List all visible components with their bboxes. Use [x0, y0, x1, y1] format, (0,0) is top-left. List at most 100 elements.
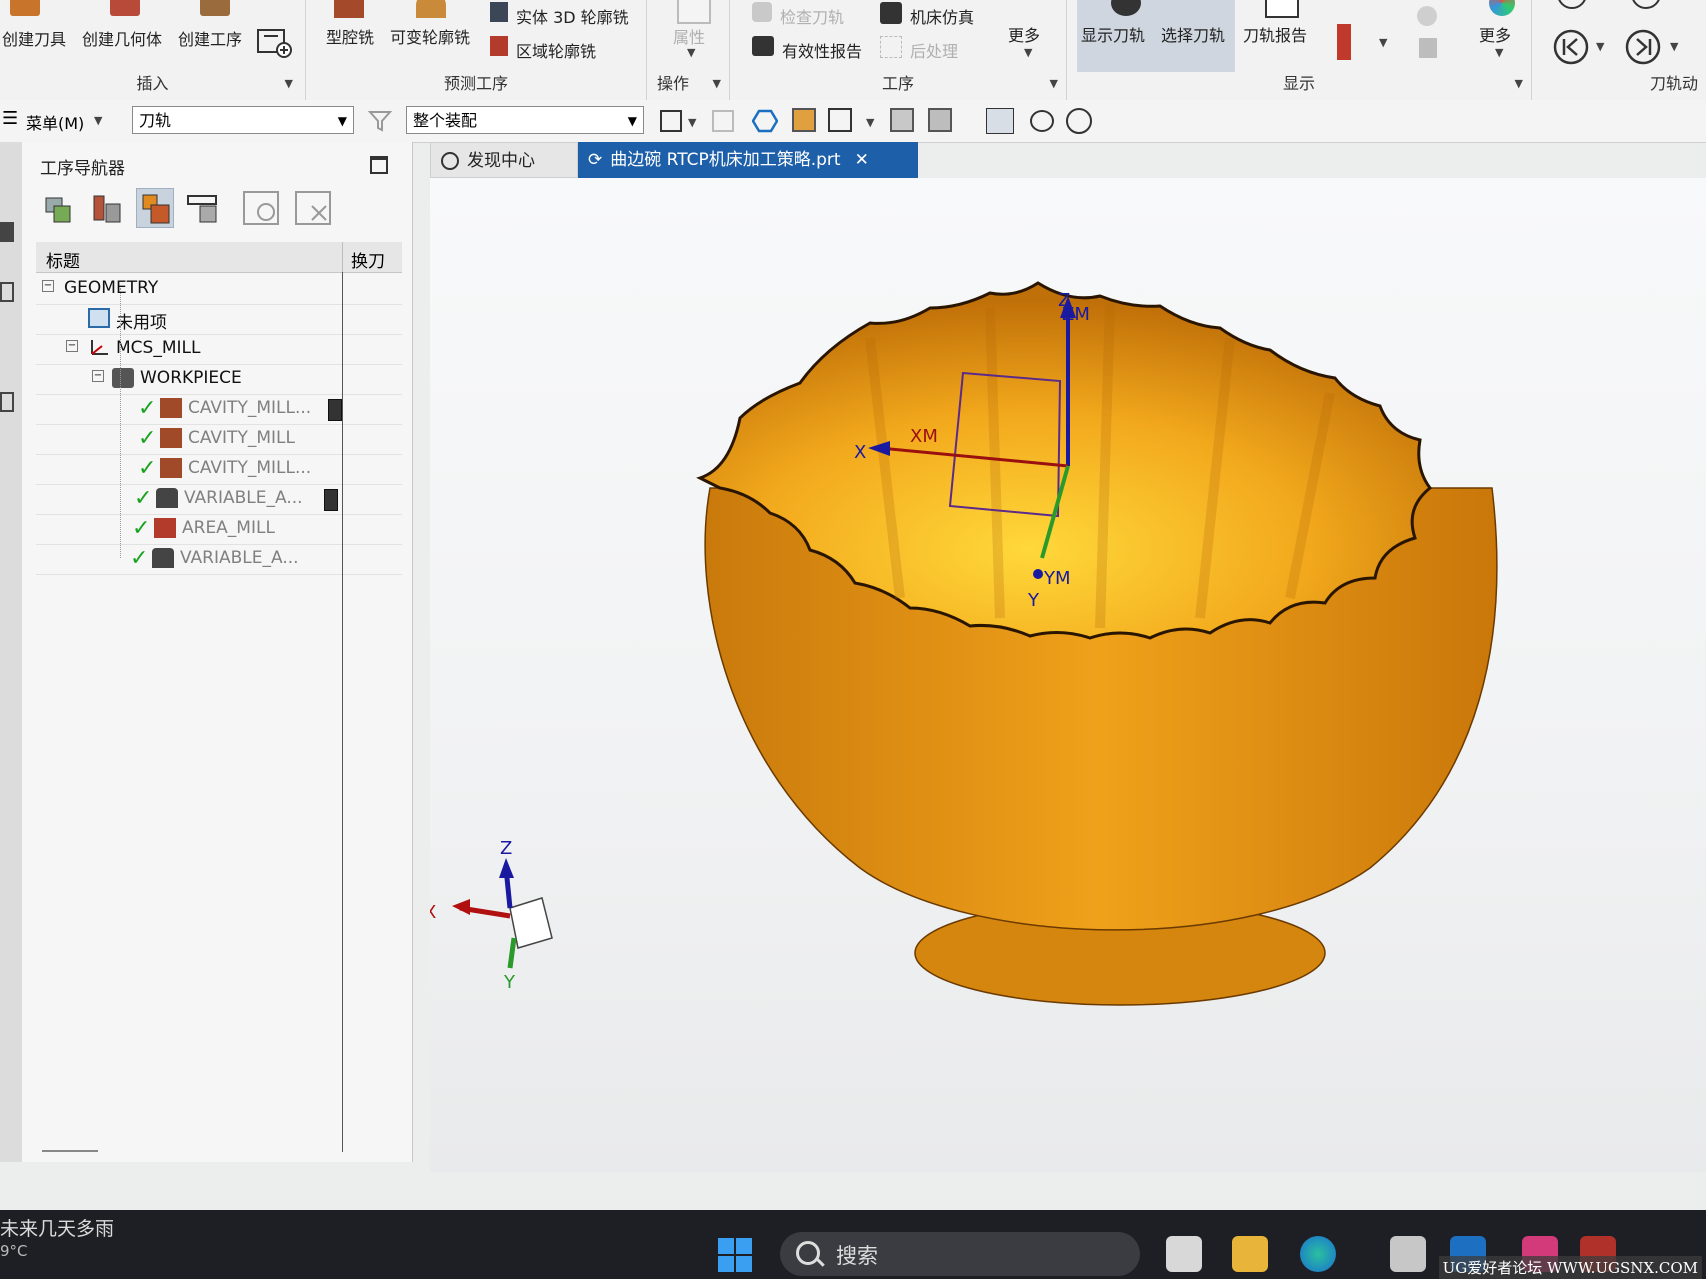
validity-report-button[interactable]: 有效性报告 [782, 38, 862, 62]
tab-discovery-center[interactable]: 发现中心 [430, 142, 578, 178]
postprocess-button[interactable]: 后处理 [910, 38, 958, 62]
program-order-view-icon[interactable] [40, 188, 78, 228]
collapse-icon[interactable]: − [42, 280, 54, 292]
graphics-viewport[interactable]: ZM Z X XM YM Y Z X Y [430, 178, 1706, 1172]
select-feature-icon[interactable] [712, 110, 734, 132]
collapse-icon[interactable]: − [92, 370, 104, 382]
step-forward-dropdown-icon[interactable]: ▼ [1670, 40, 1678, 53]
point-select-icon[interactable] [828, 108, 852, 132]
cavity-mill-button[interactable]: 型腔铣 [326, 24, 374, 48]
maximize-icon[interactable] [370, 156, 388, 174]
tool-display-icon[interactable] [1337, 24, 1351, 60]
weather-forecast[interactable]: 未来几天多雨 [0, 1214, 114, 1241]
resource-icon[interactable] [0, 282, 14, 302]
tree-node-mcs-mill[interactable]: − MCS_MILL [36, 334, 402, 365]
step-back-dropdown-icon[interactable]: ▼ [1596, 40, 1604, 53]
properties-button[interactable]: 属性 [673, 24, 705, 48]
step-back-icon[interactable] [1552, 28, 1592, 68]
snap-icon[interactable] [660, 110, 682, 132]
collapse-icon[interactable]: − [66, 340, 78, 352]
first-frame-icon[interactable] [1554, 0, 1594, 12]
checkmark-icon: ✓ [132, 516, 151, 541]
tree-node-geometry[interactable]: − GEOMETRY [36, 274, 402, 305]
menu-button[interactable]: 菜单(M) [26, 110, 84, 134]
create-program-icon[interactable] [256, 20, 296, 60]
tree-node-workpiece[interactable]: − WORKPIECE [36, 364, 402, 395]
display-more-dropdown-icon[interactable]: ▼ [1495, 46, 1503, 59]
percent-display-icon[interactable] [1066, 108, 1092, 134]
bowl-part[interactable] [696, 281, 1498, 1006]
machine-tool-view-icon[interactable] [88, 188, 126, 228]
windows-start-icon[interactable] [716, 1236, 754, 1274]
view-triad[interactable]: Z X Y [430, 838, 553, 993]
color-wheel-icon [1489, 0, 1515, 16]
tab-part-file[interactable]: ⟳ 曲边碗 RTCP机床加工策略.prt ✕ [578, 142, 918, 178]
cube-view-icon[interactable] [928, 108, 952, 132]
group-expand-icon[interactable]: ▼ [1515, 77, 1523, 90]
variable-axis-icon [152, 548, 174, 568]
task-view-icon[interactable] [1166, 1236, 1202, 1272]
taskbar-search[interactable]: 搜索 [780, 1232, 1140, 1276]
machine-simulation-button[interactable]: 机床仿真 [910, 4, 974, 28]
splitter-handle[interactable] [42, 1150, 98, 1152]
verify-toolpath-button[interactable]: 检查刀轨 [780, 4, 844, 28]
add-column-icon[interactable] [240, 188, 284, 228]
tree-node-unused[interactable]: 未用项 [36, 304, 402, 335]
process-more-dropdown-icon[interactable]: ▼ [1024, 46, 1032, 59]
menu-hamburger-icon[interactable]: ☰ [2, 108, 18, 129]
type-filter-select[interactable]: 刀轨 ▼ [132, 106, 354, 134]
resource-icon[interactable] [0, 222, 14, 242]
file-explorer-icon[interactable] [1232, 1236, 1268, 1272]
folder-icon [88, 308, 110, 328]
hexagon-select-icon[interactable] [752, 109, 778, 133]
column-divider[interactable] [342, 242, 343, 272]
tree-node-operation[interactable]: ✓ CAVITY_MILL... [36, 394, 402, 425]
tree-node-operation[interactable]: ✓ AREA_MILL [36, 514, 402, 545]
create-tool-button[interactable]: 创建刀具 [2, 26, 66, 50]
close-icon[interactable]: ✕ [855, 150, 869, 170]
snap-dropdown-icon[interactable]: ▼ [688, 116, 696, 129]
remove-column-icon[interactable] [292, 188, 336, 228]
tree-node-operation[interactable]: ✓ VARIABLE_A... [36, 484, 402, 515]
store-icon[interactable] [1390, 1236, 1426, 1272]
menu-dropdown-icon[interactable]: ▼ [94, 114, 102, 127]
last-frame-icon[interactable] [1628, 0, 1668, 12]
column-header-tool-change[interactable]: 换刀 [351, 247, 385, 272]
machining-method-view-icon[interactable] [184, 188, 222, 228]
down-arrow-icon[interactable] [1419, 38, 1437, 58]
filter-icon[interactable] [368, 110, 392, 132]
variable-contour-button[interactable]: 可变轮廓铣 [390, 24, 470, 48]
point-dropdown-icon[interactable]: ▼ [866, 116, 874, 129]
group-expand-icon[interactable]: ▼ [713, 77, 721, 90]
node-label: GEOMETRY [64, 278, 159, 298]
z-label: Z [1058, 290, 1070, 311]
column-header-name[interactable]: 标题 [46, 247, 80, 272]
edge-browser-icon[interactable] [1300, 1236, 1336, 1272]
solid-select-icon[interactable] [792, 108, 816, 132]
tool-display-dropdown-icon[interactable]: ▼ [1379, 36, 1387, 49]
resource-bar [0, 142, 22, 1162]
group-expand-icon[interactable]: ▼ [1050, 77, 1058, 90]
scope-select[interactable]: 整个装配 ▼ [406, 106, 644, 134]
eye-display-icon[interactable] [1030, 110, 1054, 132]
select-toolpath-button[interactable]: 选择刀轨 [1161, 22, 1225, 46]
tree-node-operation[interactable]: ✓ VARIABLE_A... [36, 544, 402, 575]
area-contour-button[interactable]: 区域轮廓铣 [516, 38, 596, 62]
box-view-icon[interactable] [890, 108, 914, 132]
step-forward-icon[interactable] [1624, 28, 1664, 68]
group-expand-icon[interactable]: ▼ [285, 77, 293, 90]
display-more-button[interactable]: 更多 [1479, 22, 1511, 46]
cavity-mill-icon [160, 428, 182, 448]
toolpath-report-button[interactable]: 刀轨报告 [1243, 22, 1307, 46]
create-operation-button[interactable]: 创建工序 [178, 26, 242, 50]
create-geometry-button[interactable]: 创建几何体 [82, 26, 162, 50]
tree-node-operation[interactable]: ✓ CAVITY_MILL [36, 424, 402, 455]
display-toolpath-button[interactable]: 显示刀轨 [1081, 22, 1145, 46]
solid-3d-contour-button[interactable]: 实体 3D 轮廓铣 [516, 4, 629, 28]
resource-icon[interactable] [0, 392, 14, 412]
geometry-view-icon[interactable] [136, 188, 174, 228]
mcs-display-icon[interactable] [986, 108, 1014, 134]
process-more-button[interactable]: 更多 [1008, 22, 1040, 46]
properties-dropdown-icon[interactable]: ▼ [687, 46, 695, 59]
tree-node-operation[interactable]: ✓ CAVITY_MILL... [36, 454, 402, 485]
